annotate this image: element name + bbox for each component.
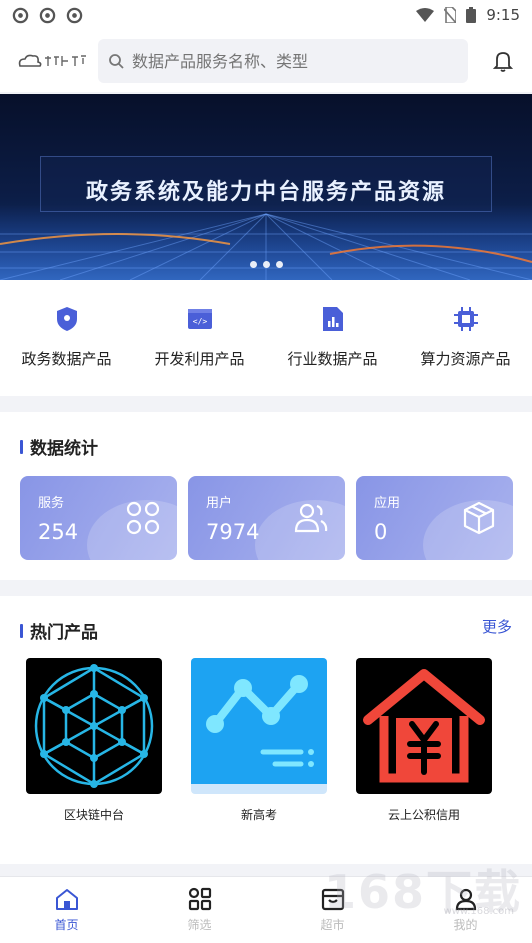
category-label: 政务数据产品 — [21, 350, 112, 368]
section-title: 数据统计 — [20, 434, 98, 459]
nav-home[interactable]: 首页 — [0, 877, 133, 943]
battery-icon — [466, 7, 477, 23]
stat-label: 用户 — [206, 496, 233, 511]
banner-carousel[interactable]: 政务系统及能力中台服务产品资源 — [0, 94, 532, 280]
users-icon — [294, 503, 328, 533]
watermark-url: www.168.com — [443, 906, 514, 917]
search-input[interactable] — [132, 51, 452, 71]
notification-bell-button[interactable] — [490, 48, 516, 74]
no-sim-icon — [444, 7, 457, 23]
stat-label: 服务 — [38, 496, 65, 511]
code-window-icon: </> — [185, 304, 215, 334]
stat-card-apps[interactable]: 应用 0 — [356, 476, 513, 560]
section-title: 热门产品 — [20, 618, 98, 643]
product-image — [191, 658, 327, 794]
home-icon — [53, 885, 81, 913]
carousel-dot[interactable] — [262, 261, 270, 268]
stat-label: 应用 — [374, 496, 401, 511]
stats-section: 数据统计 服务 254 用户 7974 应用 0 — [0, 412, 532, 580]
chart-document-icon — [318, 304, 348, 334]
notification-icon — [66, 7, 83, 23]
hot-products-section: 热门产品 更多 区块链中台 新高考 云上公积信用 — [0, 596, 532, 864]
banner-title: 政务系统及能力中台服务产品资源 — [85, 180, 446, 205]
notification-icon — [12, 7, 29, 23]
product-card[interactable]: 云上公积信用 — [356, 658, 492, 823]
product-card[interactable]: 新高考 — [191, 658, 327, 823]
shield-icon — [52, 304, 82, 334]
svg-text:</>: </> — [192, 317, 207, 326]
category-compute[interactable]: 算力资源产品 — [399, 280, 532, 396]
product-card[interactable]: 区块链中台 — [26, 658, 162, 823]
notification-icon — [39, 7, 56, 23]
stats-title: 数据统计 — [30, 439, 98, 459]
stat-card-services[interactable]: 服务 254 — [20, 476, 177, 560]
nav-filter[interactable]: 筛选 — [133, 877, 266, 943]
blockchain-network-icon — [26, 658, 162, 794]
stat-value: 0 — [374, 520, 388, 544]
stat-value: 7974 — [206, 520, 260, 544]
carousel-dot[interactable] — [249, 261, 257, 268]
product-name: 新高考 — [240, 808, 277, 822]
hot-title: 热门产品 — [30, 623, 98, 643]
product-image — [356, 658, 492, 794]
stat-value: 254 — [38, 520, 79, 544]
status-time: 9:15 — [486, 6, 520, 24]
status-notifications — [12, 7, 83, 24]
nav-label: 首页 — [54, 918, 79, 932]
app-logo[interactable] — [16, 46, 88, 76]
nav-label: 筛选 — [187, 918, 212, 932]
search-bar[interactable] — [98, 39, 468, 83]
carousel-indicator[interactable] — [0, 261, 532, 268]
bell-icon — [493, 52, 513, 72]
category-industry-data[interactable]: 行业数据产品 — [266, 280, 399, 396]
stat-card-users[interactable]: 用户 7974 — [188, 476, 345, 560]
category-dev-use[interactable]: </> 开发利用产品 — [133, 280, 266, 396]
product-image — [26, 658, 162, 794]
box-icon — [463, 501, 495, 535]
search-icon — [109, 54, 124, 69]
status-bar: 9:15 — [0, 0, 532, 30]
category-label: 行业数据产品 — [287, 350, 378, 368]
filter-grid-icon — [186, 885, 214, 913]
grid-icon — [126, 501, 160, 535]
category-label: 开发利用产品 — [154, 350, 245, 368]
trend-line-icon — [191, 658, 327, 794]
title-accent-bar — [20, 623, 23, 638]
chip-icon — [451, 304, 481, 334]
app-header — [0, 30, 532, 92]
category-row: 政务数据产品 </> 开发利用产品 行业数据产品 算力资源产品 — [0, 280, 532, 396]
title-accent-bar — [20, 439, 23, 454]
house-yuan-icon — [356, 658, 492, 794]
category-gov-data[interactable]: 政务数据产品 — [0, 280, 133, 396]
carousel-dot[interactable] — [275, 261, 283, 268]
category-label: 算力资源产品 — [420, 350, 511, 368]
wifi-icon — [416, 8, 435, 22]
product-name: 云上公积信用 — [387, 808, 460, 822]
product-name: 区块链中台 — [63, 808, 124, 822]
more-link[interactable]: 更多 — [482, 616, 512, 637]
